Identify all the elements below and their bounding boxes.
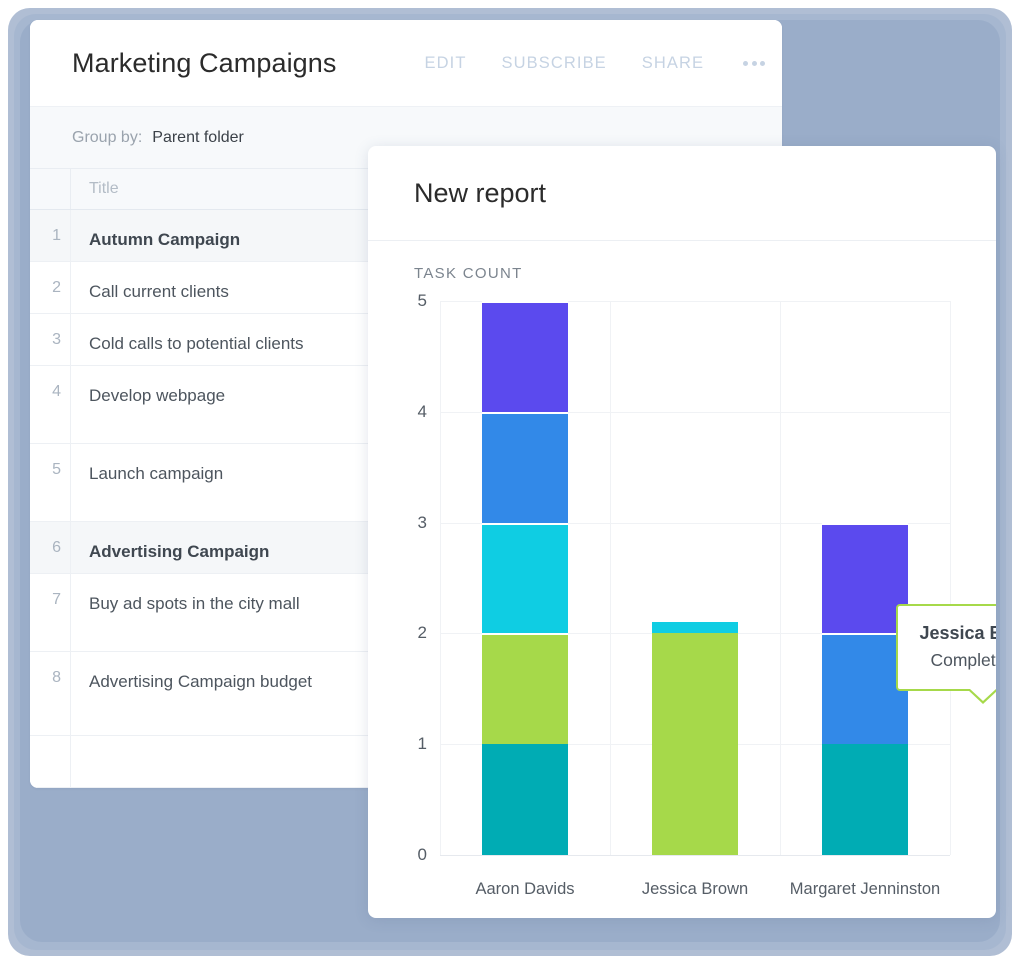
task-row-number: 4 (52, 383, 61, 400)
task-row-number: 6 (52, 539, 61, 556)
y-axis-tick-label: 3 (417, 512, 427, 532)
task-row-number: 3 (52, 331, 61, 348)
bar-segment[interactable] (652, 633, 738, 855)
task-row-number: 8 (52, 669, 61, 686)
y-axis-tick-label: 4 (417, 401, 427, 421)
task-row-number: 1 (52, 227, 61, 244)
task-row-number: 7 (52, 591, 61, 608)
y-axis-tick-label: 0 (417, 845, 427, 864)
share-button[interactable]: SHARE (642, 54, 704, 73)
x-axis-label: Jessica Brown (641, 880, 749, 898)
bar-segment[interactable] (482, 522, 568, 634)
ellipsis-icon[interactable] (743, 60, 766, 66)
page-title: Marketing Campaigns (72, 47, 337, 78)
bar-segment[interactable] (822, 744, 908, 855)
category-separator (780, 301, 781, 855)
y-axis-tick-label: 2 (417, 623, 427, 643)
gridline (440, 855, 950, 856)
y-axis-tick-label: 5 (417, 291, 427, 310)
bar-segment[interactable] (482, 411, 568, 523)
x-axis-label: Aaron Davids (475, 880, 575, 898)
bar-segment[interactable] (652, 620, 738, 634)
task-row-number: 2 (52, 279, 61, 296)
title-column-header-label: Title (89, 180, 119, 197)
toolbar-actions: EDIT SUBSCRIBE SHARE (425, 54, 766, 73)
chart-bar[interactable] (822, 522, 908, 855)
bar-segment[interactable] (482, 301, 568, 412)
chart-tooltip: Jessica Brown Completed: 2 (896, 604, 996, 705)
category-separator (440, 301, 441, 855)
tooltip-title: Jessica Brown (919, 623, 996, 643)
report-header: New report (368, 146, 996, 240)
group-by-value[interactable]: Parent folder (152, 129, 244, 147)
x-axis-label: Margaret Jenninston (789, 880, 941, 898)
group-by-label: Group by: (72, 128, 143, 146)
category-separator (610, 301, 611, 855)
task-row-number: 5 (52, 461, 61, 478)
bar-segment[interactable] (482, 744, 568, 855)
task-row-number (30, 736, 70, 787)
task-list-header: Marketing Campaigns EDIT SUBSCRIBE SHARE (30, 20, 782, 106)
subscribe-button[interactable]: SUBSCRIBE (502, 54, 607, 73)
bar-segment[interactable] (482, 633, 568, 745)
tooltip-arrow-icon (966, 689, 996, 705)
chart-area: TASK COUNT 0 1 2 3 4 5 Aaron Davids Jessica Br… (368, 241, 996, 918)
chart-bar[interactable] (652, 620, 738, 855)
chart-plot: 0 1 2 3 4 5 Aaron Davids Jessica Brown Margaret… (418, 291, 951, 898)
report-window: New report TASK COUNT 0 1 2 3 4 5 Aaron David… (368, 146, 996, 918)
category-separator (950, 301, 951, 855)
tooltip-value: Completed: 2 (930, 650, 996, 670)
report-title: New report (414, 177, 547, 208)
chart-bar[interactable] (482, 301, 568, 855)
edit-button[interactable]: EDIT (425, 54, 467, 73)
y-axis-title: TASK COUNT (414, 265, 523, 282)
y-axis-tick-label: 1 (417, 734, 427, 754)
